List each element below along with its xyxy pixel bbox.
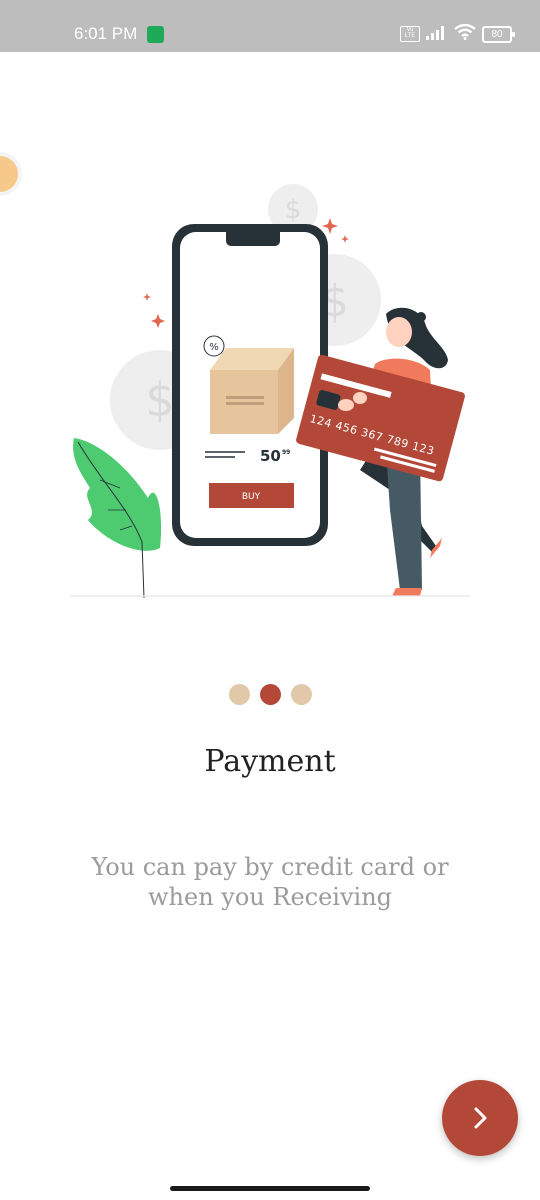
svg-text:$: $ <box>145 373 174 427</box>
status-time: 6:01 PM <box>74 24 138 43</box>
volte-icon: Vo LTE <box>400 26 420 42</box>
signal-icon <box>426 24 448 45</box>
page-dot <box>228 684 250 705</box>
leaf-icon <box>73 438 162 599</box>
chevron-right-icon <box>474 1107 487 1129</box>
page-dot-active <box>259 684 281 705</box>
status-icons: Vo LTE 80 <box>400 23 515 45</box>
wifi-icon <box>454 23 476 45</box>
edge-badge-icon <box>0 144 34 204</box>
svg-text:BUY: BUY <box>242 492 261 502</box>
svg-text:$: $ <box>285 195 302 225</box>
home-indicator[interactable] <box>170 1186 370 1191</box>
next-button[interactable] <box>442 1080 518 1156</box>
onboarding-description: You can pay by credit card or when you R… <box>91 853 449 911</box>
svg-text:99: 99 <box>282 449 290 456</box>
svg-text:50: 50 <box>260 447 281 465</box>
onboarding-title: Payment <box>204 744 336 779</box>
status-bar: 6:01 PM Vo LTE 80 <box>0 0 540 52</box>
payment-illustration: $ $ $ % 50 99 BUY 124 456 367 789 123 <box>60 180 480 600</box>
page-dot <box>290 684 312 705</box>
svg-text:%: % <box>209 342 219 353</box>
page-indicator <box>0 684 540 705</box>
battery-icon: 80 <box>482 25 515 43</box>
app-notification-icon <box>147 26 164 43</box>
